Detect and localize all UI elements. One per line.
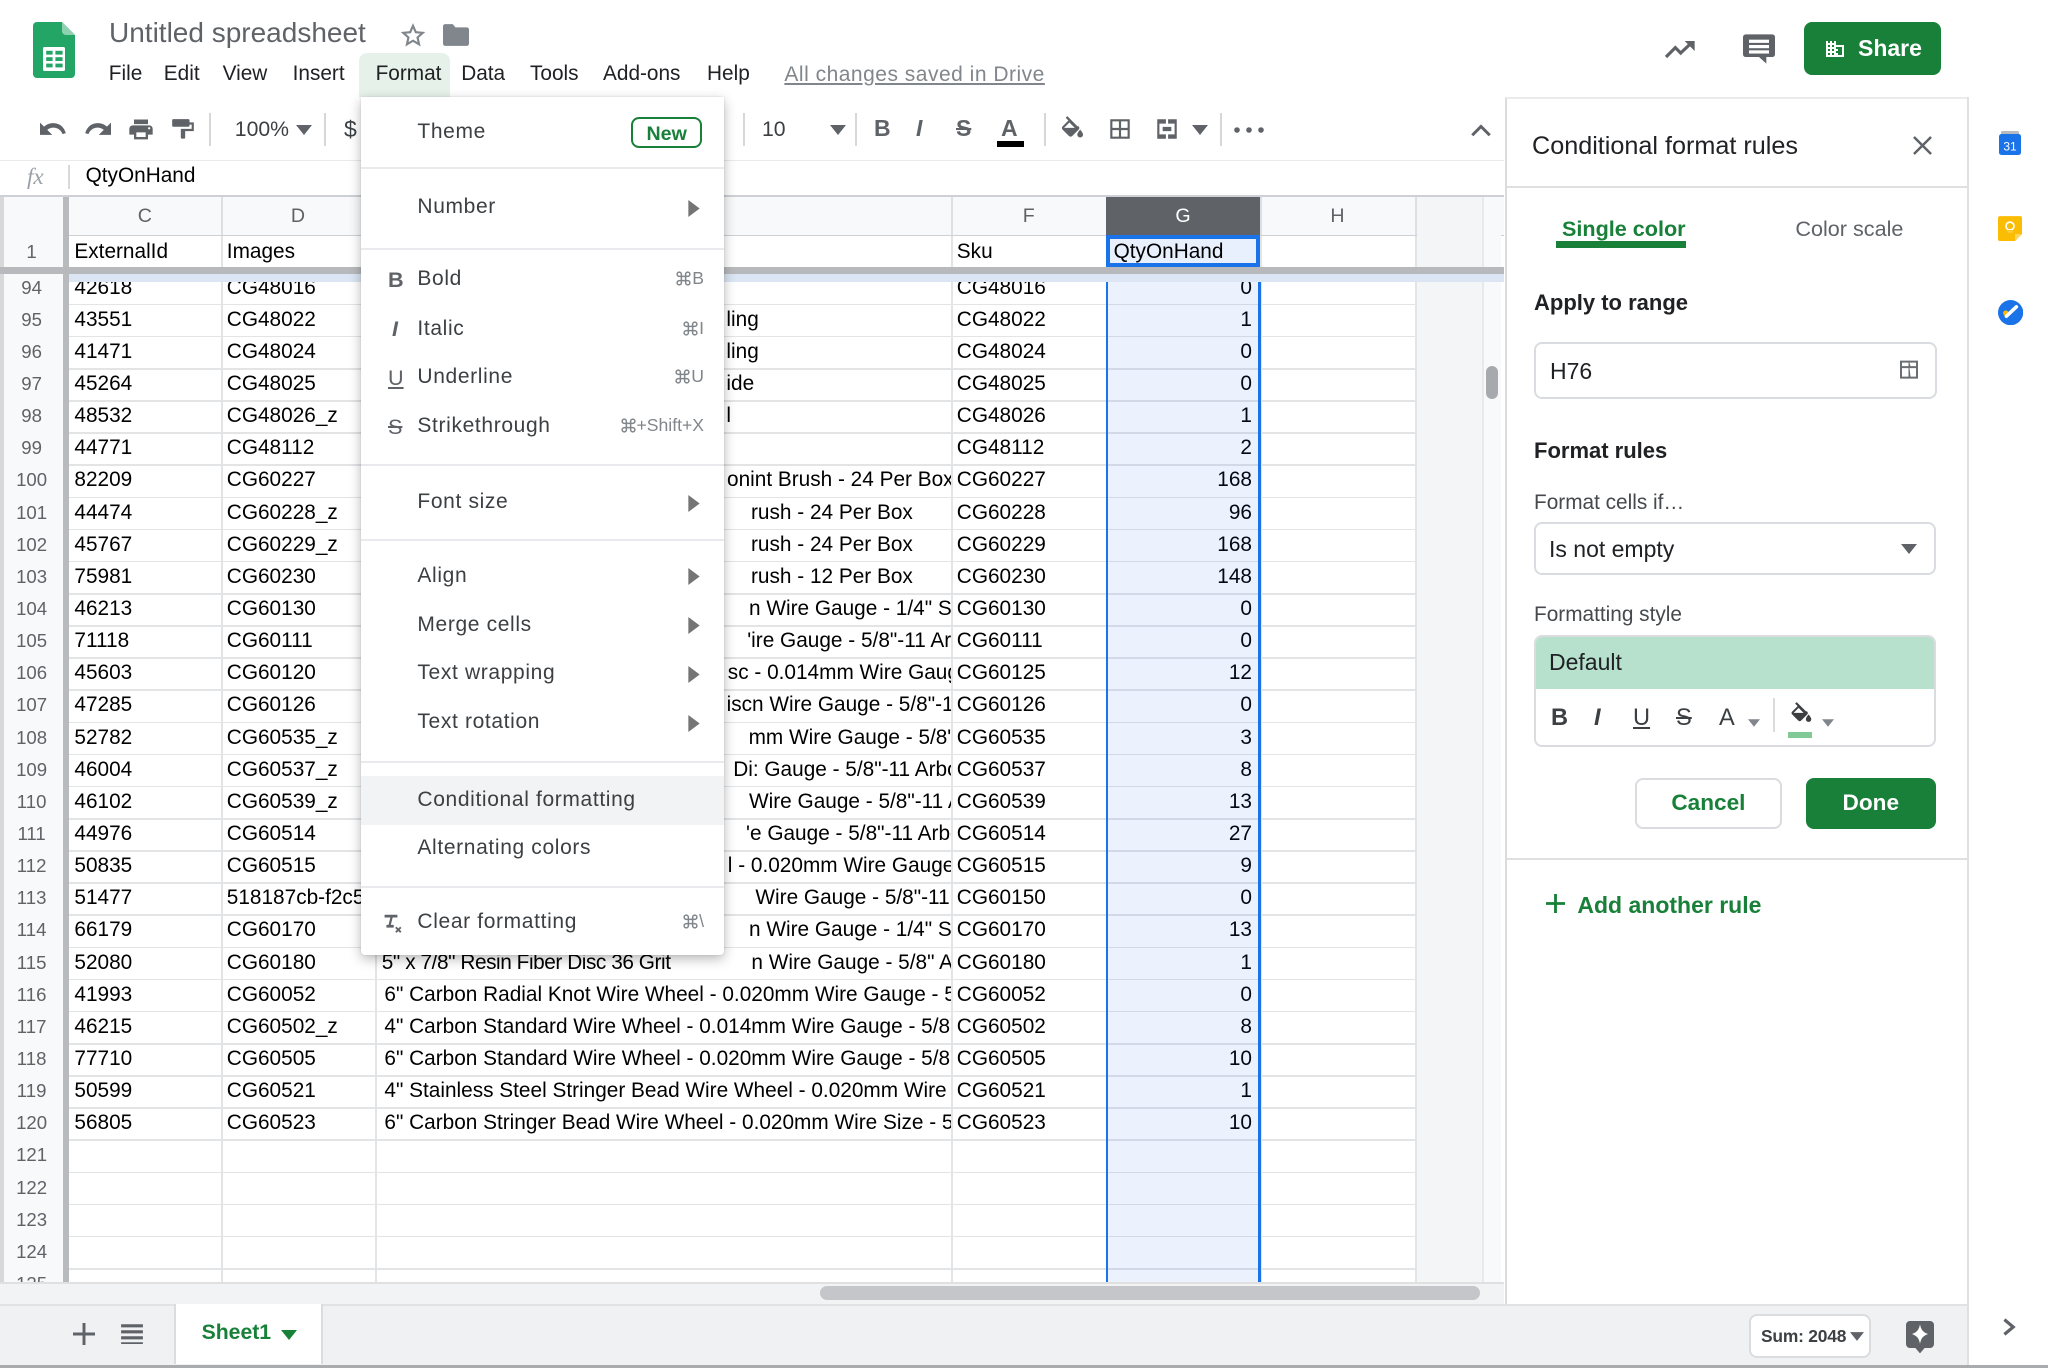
svg-text:31: 31: [2003, 140, 2017, 154]
